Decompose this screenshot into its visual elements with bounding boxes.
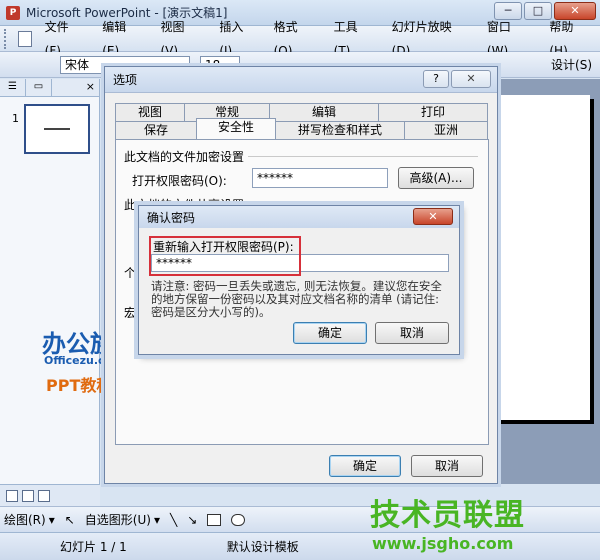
tab-row-1: 视图 常规 编辑 打印 (115, 103, 488, 121)
partial-label-personal: 个 (124, 266, 137, 280)
tab-edit[interactable]: 编辑 (269, 103, 379, 121)
sorter-view-icon[interactable] (22, 489, 34, 502)
open-password-label: 打开权限密码(O): (132, 174, 227, 188)
slides-tab[interactable]: ▭ (26, 79, 52, 97)
select-arrow-icon[interactable]: ↖ (65, 513, 75, 527)
confirm-dialog-title: 确认密码 (147, 210, 196, 225)
encrypt-section-label: 此文档的文件加密设置 (124, 150, 245, 164)
menu-grip[interactable] (4, 28, 14, 49)
tab-asian[interactable]: 亚洲 (404, 121, 488, 139)
jsgho-url: www.jsgho.com (372, 534, 514, 553)
design-button[interactable]: 设计(S) (551, 56, 592, 73)
autoshapes-menu[interactable]: 自选图形(U) ▾ (85, 511, 160, 528)
oval-shape (231, 513, 246, 526)
rectangle-shape (207, 513, 222, 526)
autoshapes-label: 自选图形(U) (84, 513, 151, 527)
powerpoint-icon: P (6, 5, 20, 20)
advanced-button[interactable]: 高级(A)... (398, 167, 474, 189)
tab-save[interactable]: 保存 (115, 121, 197, 139)
document-icon[interactable] (17, 30, 32, 47)
slideshow-view-icon[interactable] (38, 489, 50, 502)
outline-tab[interactable]: ☰ (0, 79, 26, 97)
help-button[interactable]: ? (423, 70, 449, 88)
ppt-tutorial-label: PPT教程 (46, 376, 113, 395)
highlight-box (149, 236, 301, 276)
section-divider (248, 156, 478, 157)
rectangle-icon[interactable] (207, 513, 222, 526)
jsgho-brand: 技术员联盟 (370, 498, 525, 533)
confirm-password-dialog: 确认密码 ✕ 重新输入打开权限密码(P): ****** 请注意: 密码一旦丢失… (138, 205, 460, 355)
tab-security[interactable]: 安全性 (196, 118, 276, 139)
draw-menu[interactable]: 绘图(R) ▾ (4, 511, 55, 528)
tab-spelling-style[interactable]: 拼写检查和样式 (275, 121, 405, 139)
confirm-cancel-button[interactable]: 取消 (375, 322, 449, 344)
options-close-button[interactable]: ✕ (451, 70, 491, 88)
tab-view[interactable]: 视图 (115, 103, 185, 121)
draw-menu-label: 绘图(R) (4, 513, 46, 527)
pane-close-icon[interactable]: × (86, 79, 95, 96)
slide-canvas[interactable] (492, 95, 590, 420)
confirm-close-button[interactable]: ✕ (413, 208, 453, 225)
tab-row-2: 保存 安全性 拼写检查和样式 亚洲 (115, 118, 488, 139)
normal-view-icon[interactable] (6, 489, 18, 502)
line-icon[interactable]: ╲ (170, 513, 177, 527)
confirm-dialog-titlebar: 确认密码 (139, 206, 459, 228)
menu-bar: 文件(F) 编辑(E) 视图(V) 插入(I) 格式(O) 工具(T) 幻灯片放… (0, 20, 600, 58)
slide-count-status: 幻灯片 1 / 1 (60, 540, 127, 554)
confirm-ok-button[interactable]: 确定 (293, 322, 367, 344)
open-password-field[interactable]: ****** (252, 168, 388, 188)
tab-print[interactable]: 打印 (378, 103, 488, 121)
options-ok-button[interactable]: 确定 (329, 455, 401, 477)
options-dialog-title: 选项 (113, 73, 138, 87)
view-buttons (0, 484, 100, 506)
options-cancel-button[interactable]: 取消 (411, 455, 483, 477)
oval-icon[interactable] (231, 513, 246, 526)
template-status: 默认设计模板 (226, 540, 299, 554)
partial-label-macro: 宏 (124, 306, 137, 320)
slide-number: 1 (12, 112, 19, 125)
password-warning-text: 请注意: 密码一旦丢失或遗忘, 则无法恢复。建议您在安全的地方保留一份密码以及其… (151, 279, 442, 319)
arrow-icon[interactable]: ↘ (187, 513, 197, 527)
slide-thumbnail[interactable] (24, 104, 90, 154)
